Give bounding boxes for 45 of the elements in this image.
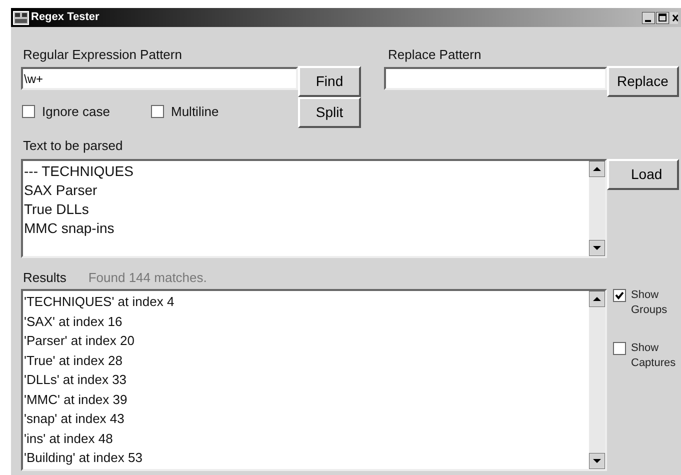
field-label: Text to be parsed (22, 136, 124, 155)
checkbox[interactable] (22, 105, 35, 118)
text-area[interactable]: --- TECHNIQUES SAX Parser True DLLs MMC snap-ins (21, 159, 607, 258)
checkbox-label[interactable]: Show Groups (631, 288, 677, 318)
text-line: SAX Parser (23, 181, 98, 200)
result-line: 'Parser' at index 20 (23, 332, 136, 350)
replace-field[interactable] (384, 67, 607, 90)
replace-button[interactable]: Replace (607, 66, 679, 97)
maximize-icon[interactable] (656, 12, 669, 24)
result-line: 'TECHNIQUES' at index 4 (23, 293, 176, 311)
results-list[interactable]: 'TECHNIQUES' at index 4 'SAX' at index 16 'Parser' at index 20 'True' at index 28 'DLLs' at index 33 'MMC' at index 39 'snap' at index 43 'ins' at index 48 'Building' at index 53 (21, 289, 607, 471)
scroll-up-icon[interactable] (589, 161, 605, 177)
scroll-down-icon[interactable] (589, 453, 605, 469)
minimize-icon[interactable] (642, 12, 655, 24)
window-title: Regex Tester (31, 10, 100, 26)
result-line: 'Building' at index 53 (23, 449, 144, 467)
checkbox-label[interactable]: Show Captures (631, 341, 677, 371)
close-icon[interactable] (670, 12, 678, 24)
find-button[interactable]: Find (298, 66, 361, 97)
text-line: MMC snap-ins (23, 219, 116, 238)
match-count: Found 144 matches. (88, 269, 207, 288)
results-label: Results (23, 269, 66, 288)
text-line: --- TECHNIQUES (23, 162, 134, 181)
field-label: Regular Expression Pattern (22, 46, 183, 64)
result-line: 'ins' at index 48 (23, 430, 114, 448)
app-icon (13, 10, 29, 24)
result-line: 'MMC' at index 39 (23, 390, 128, 408)
checkbox[interactable] (151, 105, 164, 118)
load-button[interactable]: Load (607, 159, 679, 190)
checkbox[interactable] (613, 342, 626, 355)
split-button[interactable]: Split (298, 97, 361, 128)
result-line: 'snap' at index 43 (23, 410, 126, 428)
scroll-up-icon[interactable] (589, 291, 605, 307)
result-line: 'True' at index 28 (23, 352, 124, 370)
scrollbar[interactable] (589, 161, 605, 256)
field-label: Replace Pattern (387, 46, 482, 64)
result-line: 'SAX' at index 16 (23, 312, 124, 330)
checkbox-label[interactable]: Ignore case (42, 102, 110, 122)
text-line: True DLLs (23, 200, 90, 219)
result-line: 'DLLs' at index 33 (23, 371, 128, 389)
checkbox[interactable] (613, 289, 626, 302)
checkbox-label[interactable]: Multiline (171, 102, 219, 122)
scroll-down-icon[interactable] (589, 240, 605, 256)
scrollbar[interactable] (589, 291, 605, 469)
pattern-field[interactable]: \w+ (21, 67, 298, 90)
